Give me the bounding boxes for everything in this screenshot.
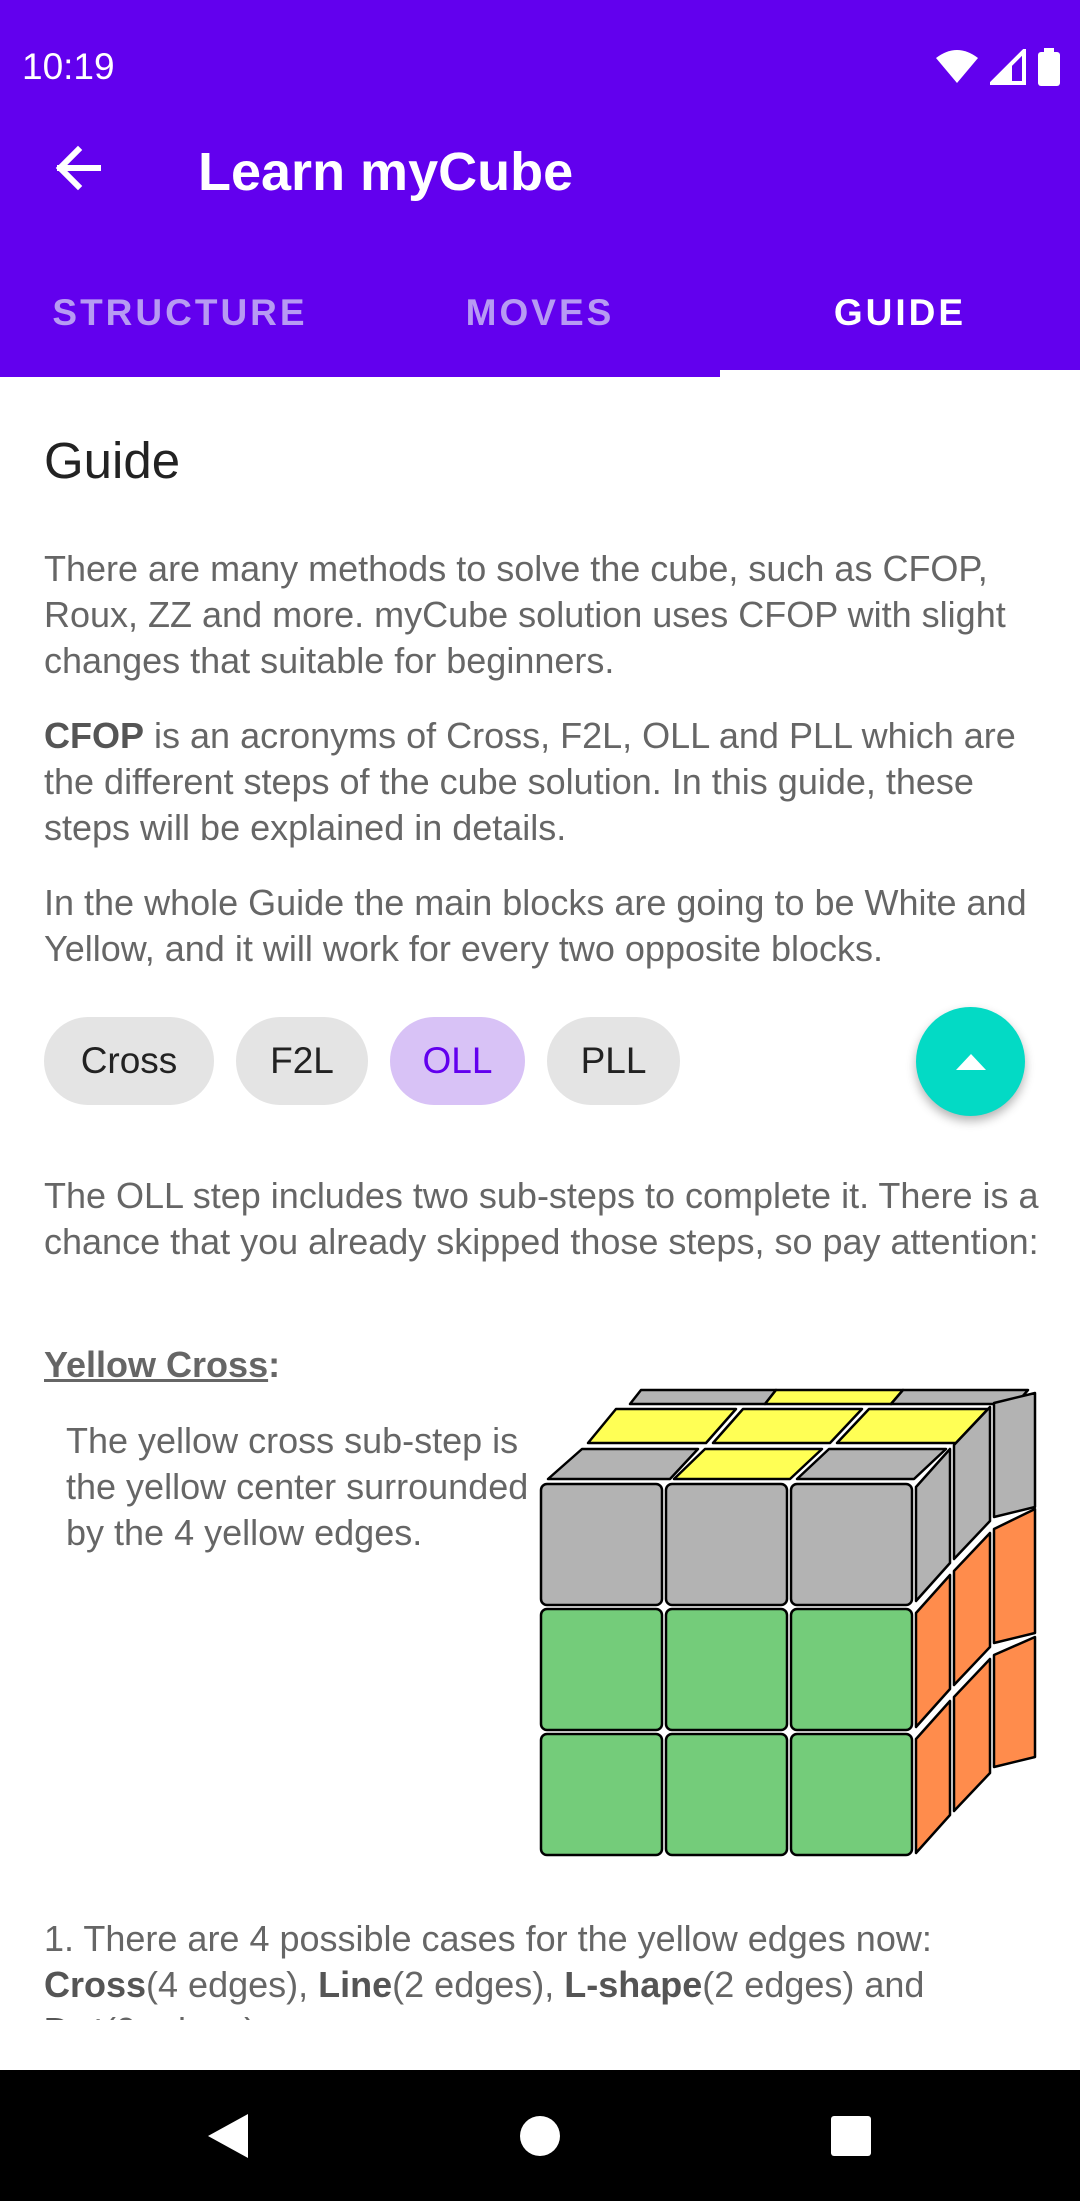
colors-paragraph: In the whole Guide the main blocks are g…	[44, 882, 1027, 969]
app-bar: 10:19 Learn myCube STRUCTURE MOVES GUIDE	[0, 0, 1080, 377]
guide-heading: Guide	[44, 432, 181, 489]
scroll-top-fab[interactable]	[916, 1007, 1025, 1116]
status-time: 10:19	[22, 46, 115, 87]
guide-content[interactable]: Guide There are many methods to solve th…	[0, 377, 1080, 2020]
cube-top-sticker	[763, 1388, 905, 1406]
tab-guide[interactable]: GUIDE	[720, 283, 1080, 343]
signal-icon	[990, 49, 1026, 85]
cube-front-sticker	[539, 1607, 664, 1732]
cube-right-sticker	[952, 1657, 992, 1813]
cube-right-sticker	[952, 1531, 992, 1687]
yellow-cross-title-text: Yellow Cross	[44, 1344, 269, 1385]
square-recents-icon	[831, 2116, 871, 2156]
intro-paragraph: There are many methods to solve the cube…	[44, 548, 1006, 681]
cube-front-sticker	[789, 1732, 914, 1857]
caret-up-icon	[955, 1053, 986, 1070]
battery-icon	[1038, 48, 1060, 86]
tab-indicator	[720, 370, 1080, 377]
nav-home-button[interactable]	[512, 2108, 568, 2164]
wifi-icon	[936, 50, 978, 83]
tab-moves[interactable]: MOVES	[360, 283, 720, 343]
cube-top-sticker	[546, 1447, 700, 1481]
cube-top-sticker	[628, 1388, 778, 1406]
cube-top-sticker	[586, 1407, 738, 1445]
cube-illustration	[539, 1388, 1037, 1857]
cfop-description: is an acronyms of Cross, F2L, OLL and PL…	[44, 715, 1016, 848]
cube-front-sticker	[539, 1732, 664, 1857]
chip-f2l[interactable]: F2L	[236, 1017, 368, 1105]
oll-intro-paragraph: The OLL step includes two sub-steps to c…	[44, 1175, 1039, 1262]
nav-recents-button[interactable]	[823, 2108, 879, 2164]
cube-top-sticker	[711, 1407, 864, 1445]
cube-right-sticker	[914, 1573, 952, 1729]
chip-cross[interactable]: Cross	[44, 1017, 214, 1105]
chip-pll[interactable]: PLL	[547, 1017, 680, 1105]
cube-right-sticker	[992, 1507, 1037, 1645]
cube-top-sticker	[672, 1447, 824, 1481]
cube-front-sticker	[664, 1482, 789, 1607]
back-button[interactable]	[50, 140, 106, 196]
circle-home-icon	[520, 2116, 560, 2156]
triangle-back-icon	[208, 2114, 248, 2158]
tab-structure[interactable]: STRUCTURE	[0, 283, 360, 343]
system-nav-bar	[0, 2070, 1080, 2201]
cube-right-sticker	[914, 1699, 952, 1855]
cases-paragraph: 1. There are 4 possible cases for the ye…	[44, 1916, 1044, 2020]
cube-front-sticker	[664, 1607, 789, 1732]
case-cross: Cross	[44, 1964, 147, 2005]
cfop-paragraph: CFOP is an acronyms of Cross, F2L, OLL a…	[44, 713, 1044, 851]
case-dot: Dot	[44, 2010, 104, 2020]
nav-back-button[interactable]	[200, 2108, 256, 2164]
cube-front-sticker	[789, 1482, 914, 1607]
case-line: Line	[318, 1964, 393, 2005]
cube-right-sticker	[992, 1391, 1037, 1519]
cube-right-sticker	[992, 1635, 1037, 1769]
cube-front-sticker	[789, 1607, 914, 1732]
chip-oll[interactable]: OLL	[390, 1017, 525, 1105]
cfop-term: CFOP	[44, 715, 145, 756]
cube-top-sticker	[795, 1447, 948, 1481]
cube-front-sticker	[539, 1482, 664, 1607]
yellow-cross-description: The yellow cross sub-step is the yellow …	[66, 1420, 529, 1553]
yellow-cross-title: Yellow Cross:	[44, 1344, 281, 1385]
arrow-left-icon	[55, 145, 101, 191]
status-icons	[936, 46, 1060, 88]
cube-front-sticker	[664, 1732, 789, 1857]
case-lshape: L-shape	[564, 1964, 703, 2005]
page-title: Learn myCube	[198, 142, 574, 202]
